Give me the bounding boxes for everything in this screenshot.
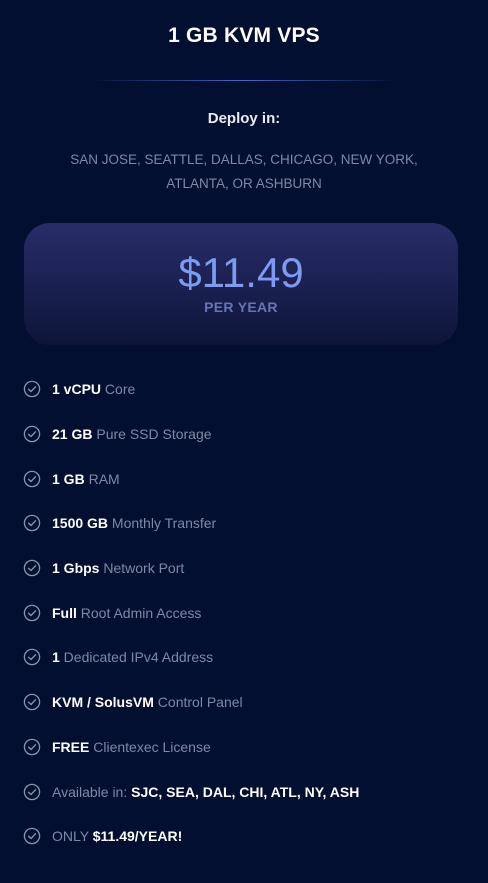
check-circle-icon: [23, 559, 41, 577]
price-panel: $11.49 PER YEAR: [24, 223, 458, 345]
feature-prefix: ONLY: [52, 828, 93, 845]
feature-item-availability: Available in: SJC, SEA, DAL, CHI, ATL, N…: [22, 769, 472, 814]
vps-plan-card: 1 GB KVM VPS Deploy in: SAN JOSE, SEATTL…: [0, 0, 488, 883]
feature-highlight: 1500 GB: [52, 515, 109, 532]
check-circle-icon: [23, 604, 41, 622]
feature-item-vcpu: 1 vCPU Core: [22, 367, 472, 412]
check-circle-icon: [23, 783, 41, 800]
feature-highlight: $11.49/YEAR!: [92, 828, 183, 845]
plan-title: 1 GB KVM VPS: [168, 24, 320, 47]
feature-highlight: 1: [52, 649, 60, 666]
feature-item-transfer: 1500 GB Monthly Transfer: [22, 501, 472, 546]
feature-item-storage: 21 GB Pure SSD Storage: [22, 412, 472, 457]
feature-text: 1 vCPU Core: [52, 381, 135, 397]
check-circle-icon: [23, 738, 41, 756]
check-circle-icon: [23, 649, 41, 666]
feature-text: 1 Gbps Network Port: [52, 560, 184, 576]
feature-highlight: SJC, SEA, DAL, CHI, ATL, NY, ASH: [131, 783, 360, 800]
feature-detail: Network Port: [99, 560, 185, 577]
feature-highlight: 21 GB: [52, 426, 93, 443]
feature-detail: Control Panel: [153, 694, 243, 711]
feature-list: 1 vCPU Core 21 GB Pure SSD Storage 1 GB …: [22, 367, 472, 859]
deploy-label: Deploy in:: [207, 110, 281, 127]
feature-detail: Monthly Transfer: [108, 515, 217, 532]
price-amount: $11.49: [178, 249, 304, 296]
feature-text: 1 Dedicated IPv4 Address: [52, 649, 213, 665]
feature-item-price-summary: ONLY $11.49/YEAR!: [22, 814, 472, 859]
feature-detail: RAM: [84, 470, 120, 487]
feature-item-ram: 1 GB RAM: [22, 456, 472, 501]
feature-highlight: KVM / SolusVM: [52, 694, 154, 711]
check-circle-icon: [23, 425, 41, 443]
feature-text: KVM / SolusVM Control Panel: [52, 694, 243, 710]
check-circle-icon: [23, 827, 41, 845]
feature-text: ONLY $11.49/YEAR!: [52, 828, 182, 844]
feature-item-license: FREE Clientexec License: [22, 725, 472, 770]
check-circle-icon: [23, 693, 41, 711]
feature-highlight: 1 Gbps: [52, 560, 100, 577]
feature-highlight: Full: [52, 604, 77, 621]
feature-text: Available in: SJC, SEA, DAL, CHI, ATL, N…: [52, 784, 359, 800]
feature-highlight: FREE: [52, 738, 90, 755]
feature-detail: Pure SSD Storage: [92, 426, 212, 443]
feature-highlight: 1 GB: [52, 470, 85, 487]
check-circle-icon: [23, 470, 41, 487]
feature-text: 1 GB RAM: [52, 471, 120, 487]
check-circle-icon: [23, 381, 41, 398]
feature-item-ipv4: 1 Dedicated IPv4 Address: [22, 635, 472, 680]
feature-highlight: 1 vCPU: [52, 381, 102, 398]
check-circle-icon: [23, 515, 41, 532]
feature-detail: Core: [101, 381, 136, 398]
feature-detail: Dedicated IPv4 Address: [59, 649, 214, 666]
feature-item-control-panel: KVM / SolusVM Control Panel: [22, 680, 472, 725]
feature-text: 1500 GB Monthly Transfer: [52, 515, 216, 531]
feature-detail: Clientexec License: [89, 738, 211, 755]
price-period: PER YEAR: [204, 299, 278, 315]
feature-text: 21 GB Pure SSD Storage: [52, 426, 212, 442]
deploy-locations: SAN JOSE, SEATTLE, DALLAS, CHICAGO, NEW …: [70, 152, 418, 191]
feature-detail: Root Admin Access: [76, 604, 202, 621]
title-divider: [89, 80, 399, 81]
feature-item-root-access: Full Root Admin Access: [22, 590, 472, 635]
feature-text: Full Root Admin Access: [52, 605, 201, 621]
feature-text: FREE Clientexec License: [52, 739, 211, 755]
feature-prefix: Available in:: [52, 783, 132, 800]
feature-item-network-port: 1 Gbps Network Port: [22, 546, 472, 591]
